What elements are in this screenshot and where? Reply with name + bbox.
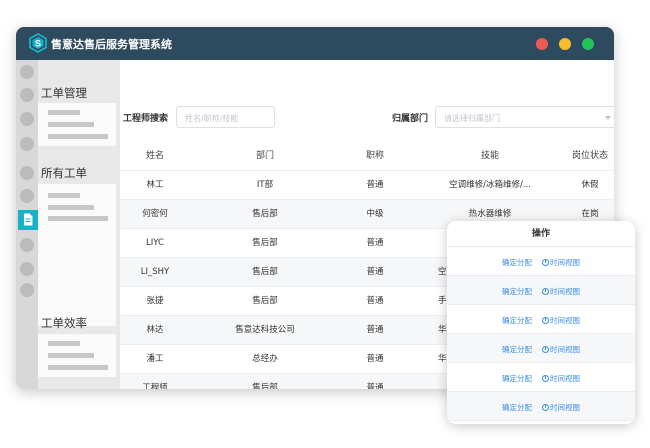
rail-icon-6[interactable] bbox=[20, 189, 34, 203]
rail-icon-5[interactable] bbox=[20, 166, 34, 180]
engineer-search-input[interactable]: 姓名/职称/技能 bbox=[176, 106, 275, 128]
action-row: 确定分配 时间视图 bbox=[447, 363, 635, 392]
dept-select-placeholder: 请选择归属部门 bbox=[444, 114, 500, 123]
chevron-down-icon bbox=[605, 116, 611, 120]
maximize-button[interactable] bbox=[582, 38, 594, 50]
cell-status: 休假 bbox=[581, 180, 599, 190]
cell-name: 林工 bbox=[146, 180, 164, 190]
clock-icon bbox=[542, 288, 549, 295]
cell-title: 普通 bbox=[366, 180, 384, 190]
clock-icon bbox=[542, 375, 549, 382]
document-icon bbox=[24, 213, 33, 226]
col-dept[interactable]: 部门 bbox=[215, 142, 315, 171]
assign-link[interactable]: 确定分配 bbox=[502, 286, 532, 297]
table-row[interactable]: 林工 IT部 普通 空调维修/冰箱维修/... 休假 bbox=[120, 171, 614, 200]
app-logo-icon: S bbox=[29, 33, 47, 53]
cell-dept: 售后部 bbox=[252, 267, 278, 277]
cell-title: 普通 bbox=[366, 354, 384, 364]
rail-icon-3[interactable] bbox=[20, 112, 34, 126]
assign-link[interactable]: 确定分配 bbox=[502, 315, 532, 326]
cell-dept: 总经办 bbox=[252, 354, 278, 364]
assign-link[interactable]: 确定分配 bbox=[502, 373, 532, 384]
col-name[interactable]: 姓名 bbox=[120, 142, 190, 171]
sidebar: 工单管理 所有工单 工单效率 bbox=[38, 60, 120, 389]
action-row: 确定分配 时间视图 bbox=[447, 276, 635, 305]
rail-icon-7[interactable] bbox=[20, 238, 34, 252]
cell-dept: 售后部 bbox=[252, 238, 278, 248]
cell-dept: 售后部 bbox=[252, 209, 278, 219]
cell-name: LI_SHY bbox=[140, 267, 170, 277]
cell-title: 普通 bbox=[366, 238, 384, 248]
rail-icon-8[interactable] bbox=[20, 262, 34, 276]
icon-rail bbox=[16, 60, 38, 389]
action-row: 确定分配 时间视图 bbox=[447, 392, 635, 421]
rail-icon-4[interactable] bbox=[20, 137, 34, 151]
col-title[interactable]: 职称 bbox=[345, 142, 405, 171]
cell-dept: IT部 bbox=[256, 180, 274, 190]
dept-select[interactable]: 请选择归属部门 bbox=[435, 106, 614, 128]
col-skill[interactable]: 技能 bbox=[425, 142, 555, 171]
clock-icon bbox=[542, 404, 549, 411]
nav-section-efficiency[interactable]: 工单效率 bbox=[41, 315, 87, 331]
engineer-search-placeholder: 姓名/职称/技能 bbox=[185, 114, 239, 123]
clock-icon bbox=[542, 259, 549, 266]
cell-title: 普通 bbox=[366, 267, 384, 277]
cell-name: 张捷 bbox=[146, 296, 164, 306]
rail-item-active[interactable] bbox=[18, 210, 38, 230]
minimize-button[interactable] bbox=[559, 38, 571, 50]
clock-icon bbox=[542, 317, 549, 324]
actions-panel: 操作 确定分配 时间视图 确定分配 时间视图 确定分配 时间视图 确定分配 时间… bbox=[447, 221, 635, 424]
cell-name: 潘工 bbox=[146, 354, 164, 364]
nav-card-1 bbox=[38, 103, 116, 146]
cell-name: 何密何 bbox=[142, 209, 168, 219]
cell-title: 中级 bbox=[366, 209, 384, 219]
close-button[interactable] bbox=[536, 38, 548, 50]
cell-title: 普通 bbox=[366, 383, 384, 389]
cell-dept: 售后部 bbox=[252, 296, 278, 306]
nav-section-work-orders[interactable]: 工单管理 bbox=[41, 85, 87, 101]
nav-section-all-orders[interactable]: 所有工单 bbox=[41, 165, 87, 181]
cell-skill: 空调维修/冰箱维修/... bbox=[449, 180, 531, 190]
engineer-search-label: 工程师搜索 bbox=[123, 114, 169, 124]
assign-link[interactable]: 确定分配 bbox=[502, 344, 532, 355]
time-view-link[interactable]: 时间视图 bbox=[542, 315, 580, 326]
cell-dept: 售后部 bbox=[252, 383, 278, 389]
action-row: 确定分配 时间视图 bbox=[447, 334, 635, 363]
time-view-link[interactable]: 时间视图 bbox=[542, 257, 580, 268]
clock-icon bbox=[542, 346, 549, 353]
actions-header: 操作 bbox=[447, 221, 635, 247]
time-view-link[interactable]: 时间视图 bbox=[542, 402, 580, 413]
cell-dept: 售意达科技公司 bbox=[235, 325, 295, 335]
action-row: 确定分配 时间视图 bbox=[447, 247, 635, 276]
cell-name: 林达 bbox=[146, 325, 164, 335]
nav-card-2 bbox=[38, 184, 116, 326]
table-header: 姓名 部门 职称 技能 岗位状态 bbox=[120, 142, 614, 171]
time-view-link[interactable]: 时间视图 bbox=[542, 373, 580, 384]
col-status[interactable]: 岗位状态 bbox=[560, 142, 614, 171]
nav-card-3 bbox=[38, 334, 116, 377]
svg-text:S: S bbox=[35, 39, 41, 49]
cell-name: LIYC bbox=[146, 238, 164, 248]
time-view-link[interactable]: 时间视图 bbox=[542, 344, 580, 355]
rail-icon-1[interactable] bbox=[20, 65, 34, 79]
assign-link[interactable]: 确定分配 bbox=[502, 402, 532, 413]
time-view-link[interactable]: 时间视图 bbox=[542, 286, 580, 297]
assign-link[interactable]: 确定分配 bbox=[502, 257, 532, 268]
app-title: 售意达售后服务管理系统 bbox=[51, 38, 172, 51]
rail-icon-2[interactable] bbox=[20, 88, 34, 102]
cell-title: 普通 bbox=[366, 325, 384, 335]
cell-name: 工程师 bbox=[142, 383, 168, 389]
title-bar: S 售意达售后服务管理系统 bbox=[16, 27, 614, 60]
dept-label: 归属部门 bbox=[392, 114, 429, 124]
cell-title: 普通 bbox=[366, 296, 384, 306]
action-row: 确定分配 时间视图 bbox=[447, 305, 635, 334]
rail-icon-9[interactable] bbox=[20, 283, 34, 297]
